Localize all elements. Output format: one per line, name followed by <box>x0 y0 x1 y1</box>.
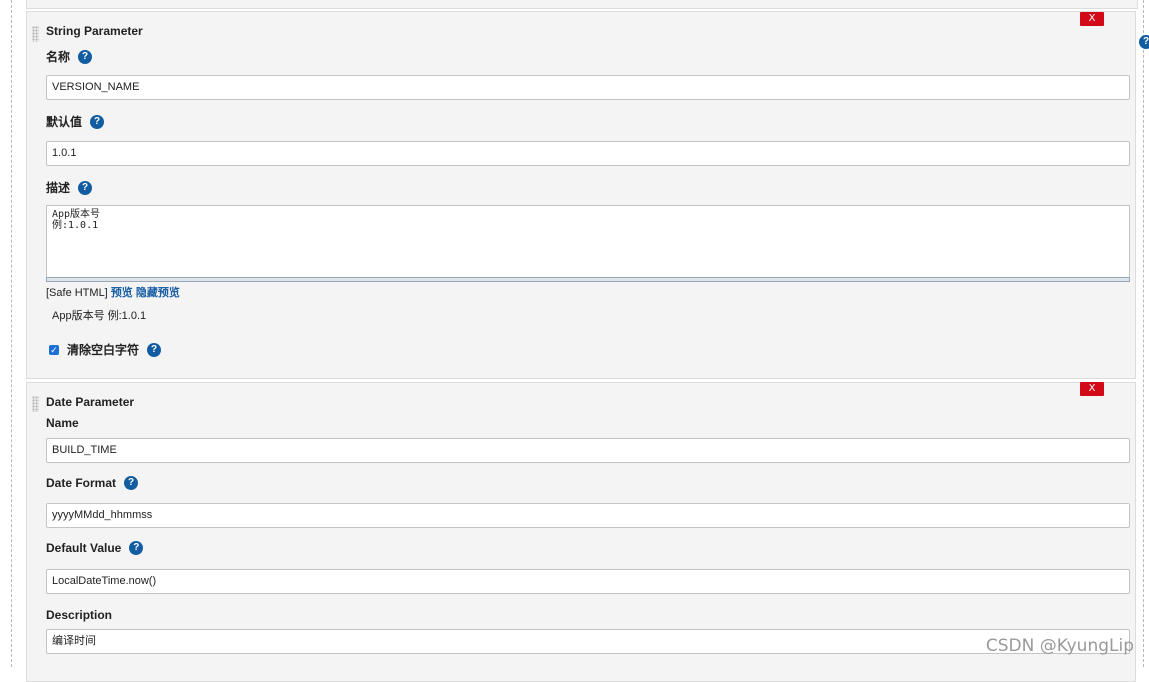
help-icon[interactable]: ? <box>1139 35 1149 49</box>
container-left-border <box>11 0 12 667</box>
drag-handle-icon[interactable] <box>32 396 39 412</box>
name-input[interactable]: VERSION_NAME <box>46 75 1130 100</box>
block-title: String Parameter <box>46 24 143 38</box>
trim-option: ✓ 清除空白字符 ? <box>49 341 162 358</box>
drag-handle-icon[interactable] <box>32 26 39 42</box>
previous-parameter-block <box>26 0 1138 9</box>
help-icon[interactable]: ? <box>124 476 139 490</box>
date-format-input[interactable]: yyyyMMdd_hhmmss <box>46 503 1130 528</box>
default-value-input[interactable]: LocalDateTime.now() <box>46 569 1130 594</box>
default-value-label-text: 默认值 <box>46 115 83 129</box>
date-format-label-text: Date Format <box>46 476 117 490</box>
default-value-input[interactable]: 1.0.1 <box>46 141 1130 166</box>
description-label-text: 描述 <box>46 181 71 195</box>
hide-preview-link[interactable]: 隐藏预览 <box>136 287 180 299</box>
trim-checkbox[interactable]: ✓ <box>49 344 59 355</box>
block-title: Date Parameter <box>46 395 135 409</box>
default-value-label: 默认值 ? <box>46 113 105 130</box>
name-label: 名称 ? <box>46 48 93 65</box>
safe-html-label: [Safe HTML] <box>46 287 108 299</box>
name-label: Name <box>46 416 79 430</box>
delete-button[interactable]: X <box>1080 12 1104 26</box>
description-label: Description <box>46 608 112 622</box>
default-value-label: Default Value ? <box>46 541 144 555</box>
help-icon[interactable]: ? <box>147 342 162 357</box>
default-value-label-text: Default Value <box>46 541 122 555</box>
date-format-label: Date Format ? <box>46 476 139 490</box>
name-label-text: 名称 <box>46 50 71 64</box>
description-preview: App版本号 例:1.0.1 <box>52 310 147 322</box>
string-parameter-block: String Parameter X ? 名称 ? VERSION_NAME 默… <box>26 11 1149 379</box>
help-icon[interactable]: ? <box>129 541 144 555</box>
help-icon[interactable]: ? <box>78 49 93 64</box>
name-input[interactable]: BUILD_TIME <box>46 438 1130 463</box>
preview-link[interactable]: 预览 <box>111 287 133 299</box>
help-icon[interactable]: ? <box>90 114 105 129</box>
delete-button[interactable]: X <box>1080 382 1104 396</box>
date-parameter-block: Date Parameter X Name BUILD_TIME Date Fo… <box>26 382 1136 682</box>
safe-html-line: [Safe HTML] 预览 隐藏预览 <box>46 284 180 300</box>
description-label: 描述 ? <box>46 179 93 196</box>
name-label-text: Name <box>46 416 79 430</box>
container-right-border <box>1143 0 1144 667</box>
description-textarea[interactable]: App版本号 例:1.0.1 <box>46 205 1130 278</box>
description-input[interactable]: 编译时间 <box>46 629 1130 654</box>
description-label-text: Description <box>46 608 113 622</box>
help-icon[interactable]: ? <box>78 180 93 195</box>
watermark: CSDN @KyungLip <box>985 636 1134 656</box>
textarea-resize-handle[interactable] <box>46 277 1130 282</box>
trim-label: 清除空白字符 <box>67 343 140 357</box>
